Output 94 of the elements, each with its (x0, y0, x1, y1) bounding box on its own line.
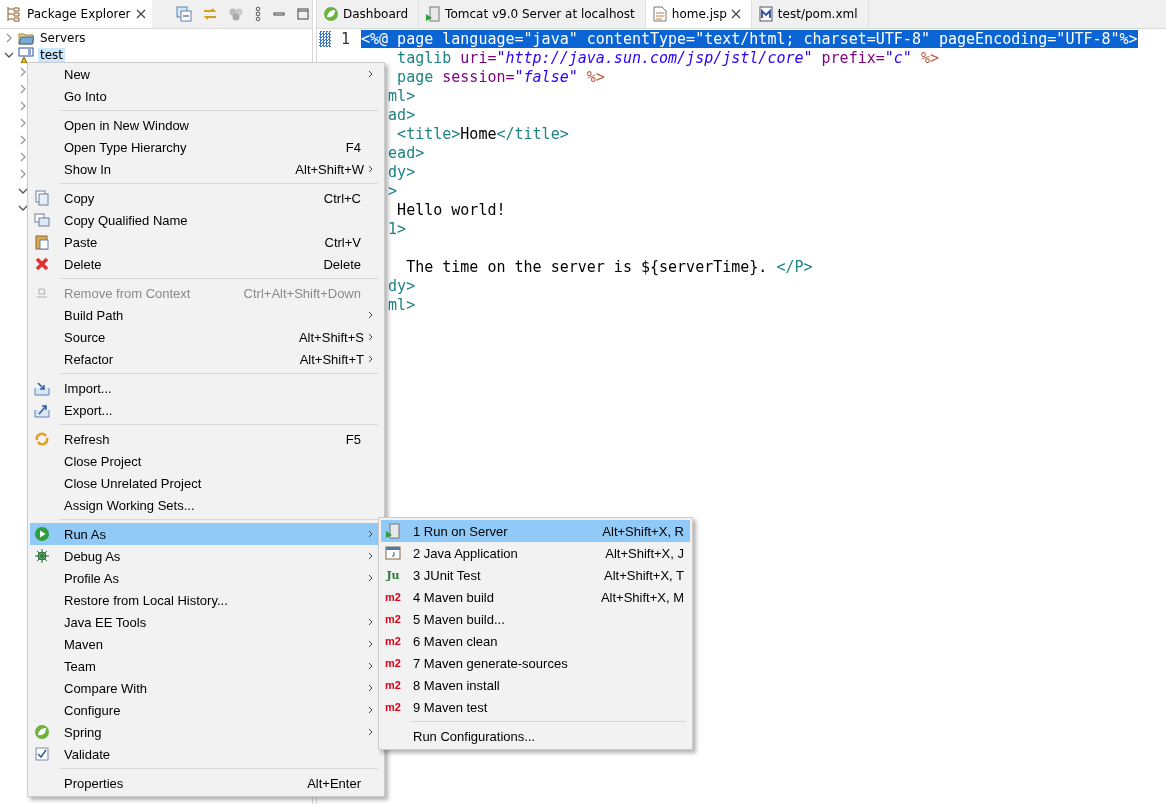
code-line: ead> (388, 144, 425, 163)
delete-icon (34, 256, 50, 272)
code-line: ad> (388, 106, 416, 125)
window-icon (385, 545, 401, 561)
checkbox-icon (34, 746, 50, 762)
server-icon (385, 523, 401, 539)
code-line: ml> (388, 87, 416, 106)
code-line: dy> (388, 277, 416, 296)
project-icon (18, 46, 34, 63)
menu-item[interactable]: Refactor Alt+Shift+T (30, 348, 382, 370)
export-icon (34, 402, 50, 418)
paste-icon (34, 234, 50, 250)
collapse-all-icon[interactable] (175, 6, 192, 22)
menu-item[interactable]: Validate (30, 743, 382, 765)
refresh-icon (34, 431, 50, 447)
filter-icon[interactable] (227, 6, 244, 22)
menu-item[interactable]: Go Into (30, 85, 382, 107)
line-number: 1 (341, 30, 351, 49)
menu-item[interactable]: Refresh F5 (30, 428, 382, 450)
badge-icon: m2 (385, 679, 401, 691)
menu-item[interactable]: m2 6 Maven clean (381, 630, 690, 652)
leaf-icon (34, 724, 50, 740)
menu-item[interactable]: Build Path (30, 304, 382, 326)
menu-item[interactable]: m2 4 Maven build Alt+Shift+X, M (381, 586, 690, 608)
tree-item[interactable]: test (38, 47, 66, 62)
menu-item[interactable]: New (30, 63, 382, 85)
menu-item[interactable]: Configure (30, 699, 382, 721)
import-icon (34, 380, 50, 396)
menu-item[interactable]: Restore from Local History... (30, 589, 382, 611)
badge-icon: m2 (385, 613, 401, 625)
code-line: <title>Home</title> (397, 125, 569, 144)
menu-item[interactable]: m2 9 Maven test (381, 696, 690, 718)
menu-item[interactable]: Open in New Window (30, 114, 382, 136)
menu-item[interactable]: m2 7 Maven generate-sources (381, 652, 690, 674)
badge-icon: m2 (385, 657, 401, 669)
badge-icon: m2 (385, 635, 401, 647)
badge-icon: m2 (385, 701, 401, 713)
menu-item[interactable]: Paste Ctrl+V (30, 231, 382, 253)
menu-item[interactable]: m2 5 Maven build... (381, 608, 690, 630)
documents-icon (34, 212, 50, 228)
more-icon[interactable] (253, 6, 262, 22)
menu-item[interactable]: 1 Run on Server Alt+Shift+X, R (381, 520, 690, 542)
run-icon (34, 526, 50, 542)
tree-item[interactable]: Servers (38, 30, 88, 45)
code-line: > (388, 182, 398, 201)
bug-icon (34, 548, 50, 564)
menu-item[interactable]: Open Type Hierarchy F4 (30, 136, 382, 158)
menu-item[interactable]: Maven (30, 633, 382, 655)
code-line: The time on the server is ${serverTime}. </P> (406, 258, 813, 277)
menu-item[interactable]: Debug As (30, 545, 382, 567)
badge-icon: m2 (385, 591, 401, 603)
code-line: dy> (388, 163, 416, 182)
menu-item[interactable]: Ju 3 JUnit Test Alt+Shift+X, T (381, 564, 690, 586)
editor-tab[interactable]: test/pom.xml (751, 0, 869, 28)
code-line: ml> (388, 296, 416, 315)
code-line: page session="false" %> (397, 68, 605, 87)
close-icon[interactable] (135, 9, 146, 19)
editor-tab[interactable]: Dashboard (317, 0, 420, 28)
maximize-icon[interactable] (295, 7, 310, 21)
menu-item[interactable]: Export... (30, 399, 382, 421)
leaf-icon (323, 6, 339, 22)
menu-item[interactable]: Spring (30, 721, 382, 743)
package-explorer-icon (6, 6, 22, 22)
menu-item[interactable]: Java EE Tools (30, 611, 382, 633)
menu-item[interactable]: Team (30, 655, 382, 677)
server-icon (425, 6, 442, 22)
link-icon[interactable] (201, 6, 218, 22)
menu-item[interactable]: Source Alt+Shift+S (30, 326, 382, 348)
ruler-marker (319, 31, 331, 47)
menu-item[interactable]: Copy Ctrl+C (30, 187, 382, 209)
menu-item[interactable]: Import... (30, 377, 382, 399)
document-icon (757, 6, 774, 22)
close-icon[interactable] (730, 9, 741, 19)
code-line: Hello world! (397, 201, 506, 220)
file-icon (651, 6, 668, 22)
editor-tab[interactable]: home.jsp (645, 0, 752, 28)
menu-item[interactable]: 2 Java Application Alt+Shift+X, J (381, 542, 690, 564)
menu-item[interactable]: Properties Alt+Enter (30, 772, 382, 794)
menu-item[interactable]: Compare With (30, 677, 382, 699)
code-line: taglib uri="http://java.sun.com/jsp/jstl/core" prefix="c" %> (397, 49, 939, 68)
menu-item[interactable]: Show In Alt+Shift+W (30, 158, 382, 180)
menu-item[interactable]: Copy Qualified Name (30, 209, 382, 231)
editor-tab[interactable]: Tomcat v9.0 Server at localhost (419, 0, 646, 28)
menu-item[interactable]: Delete Delete (30, 253, 382, 275)
badge-icon: Ju (386, 568, 400, 582)
menu-item[interactable]: Profile As (30, 567, 382, 589)
menu-item[interactable]: Close Project (30, 450, 382, 472)
code-line: 1> (388, 220, 407, 239)
menu-item[interactable]: m2 8 Maven install (381, 674, 690, 696)
menu-item[interactable]: Assign Working Sets... (30, 494, 382, 516)
menu-item[interactable]: Close Unrelated Project (30, 472, 382, 494)
menu-item[interactable]: Run Configurations... (381, 725, 690, 747)
view-tab[interactable]: Package Explorer (0, 0, 152, 28)
copy-icon (34, 190, 50, 206)
